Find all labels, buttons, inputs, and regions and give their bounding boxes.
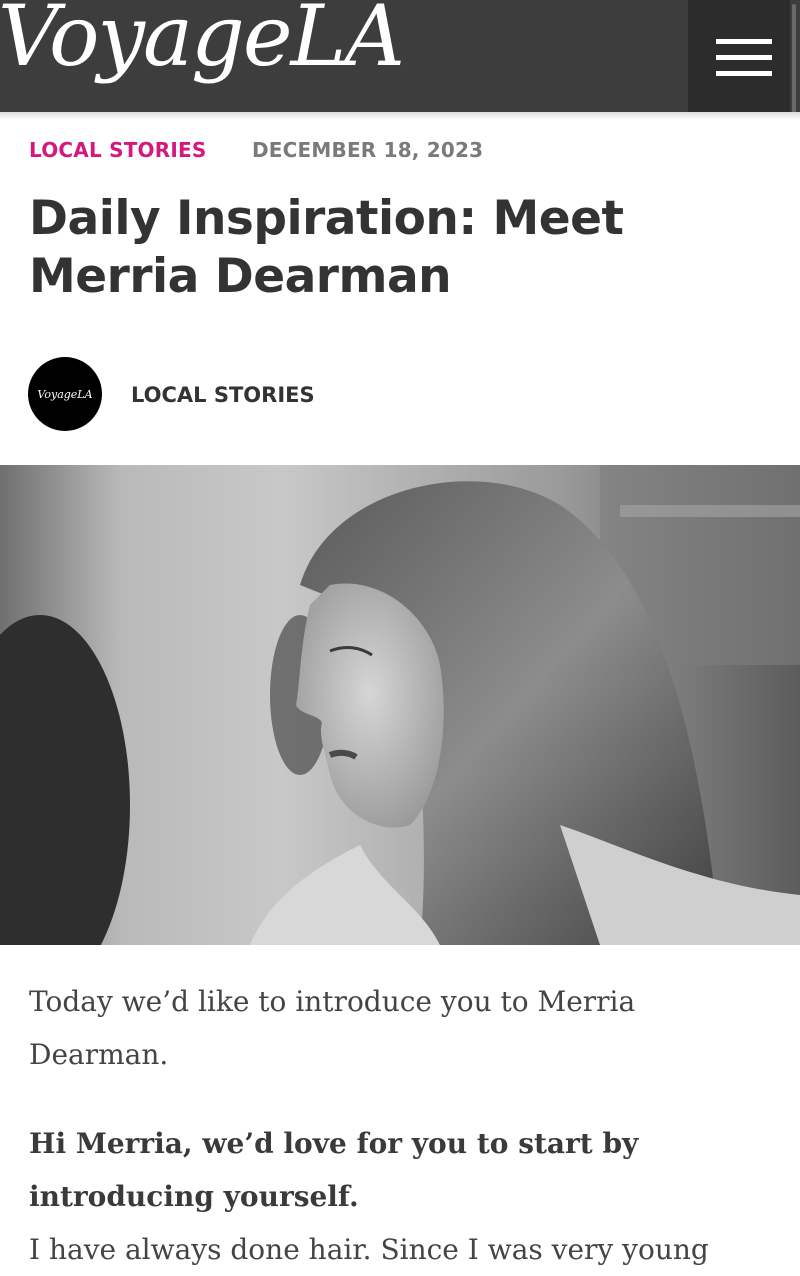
site-header: VoyageLA	[0, 0, 800, 112]
article-title: Daily Inspiration: Meet Merria Dearman	[29, 191, 624, 304]
author-link[interactable]: LOCAL STORIES	[131, 383, 315, 407]
interview-answer: I have always done hair. Since I was ver…	[29, 1233, 709, 1266]
interview-question: Hi Merria, we’d love for you to start by…	[29, 1127, 639, 1213]
category-link[interactable]: LOCAL STORIES	[29, 138, 206, 162]
avatar-logo-text: VoyageLA	[37, 387, 93, 401]
author-avatar[interactable]: VoyageLA	[28, 357, 102, 431]
article-body: Today we’d like to introduce you to Merr…	[29, 975, 749, 1276]
scrollbar[interactable]	[790, 0, 800, 112]
hamburger-menu-icon[interactable]	[688, 0, 790, 112]
scrollbar-thumb[interactable]	[792, 4, 796, 112]
featured-image	[0, 465, 800, 945]
post-date: DECEMBER 18, 2023	[252, 138, 484, 162]
header-shadow	[0, 112, 800, 120]
intro-paragraph: Today we’d like to introduce you to Merr…	[29, 985, 636, 1071]
site-logo[interactable]: VoyageLA	[0, 0, 405, 86]
